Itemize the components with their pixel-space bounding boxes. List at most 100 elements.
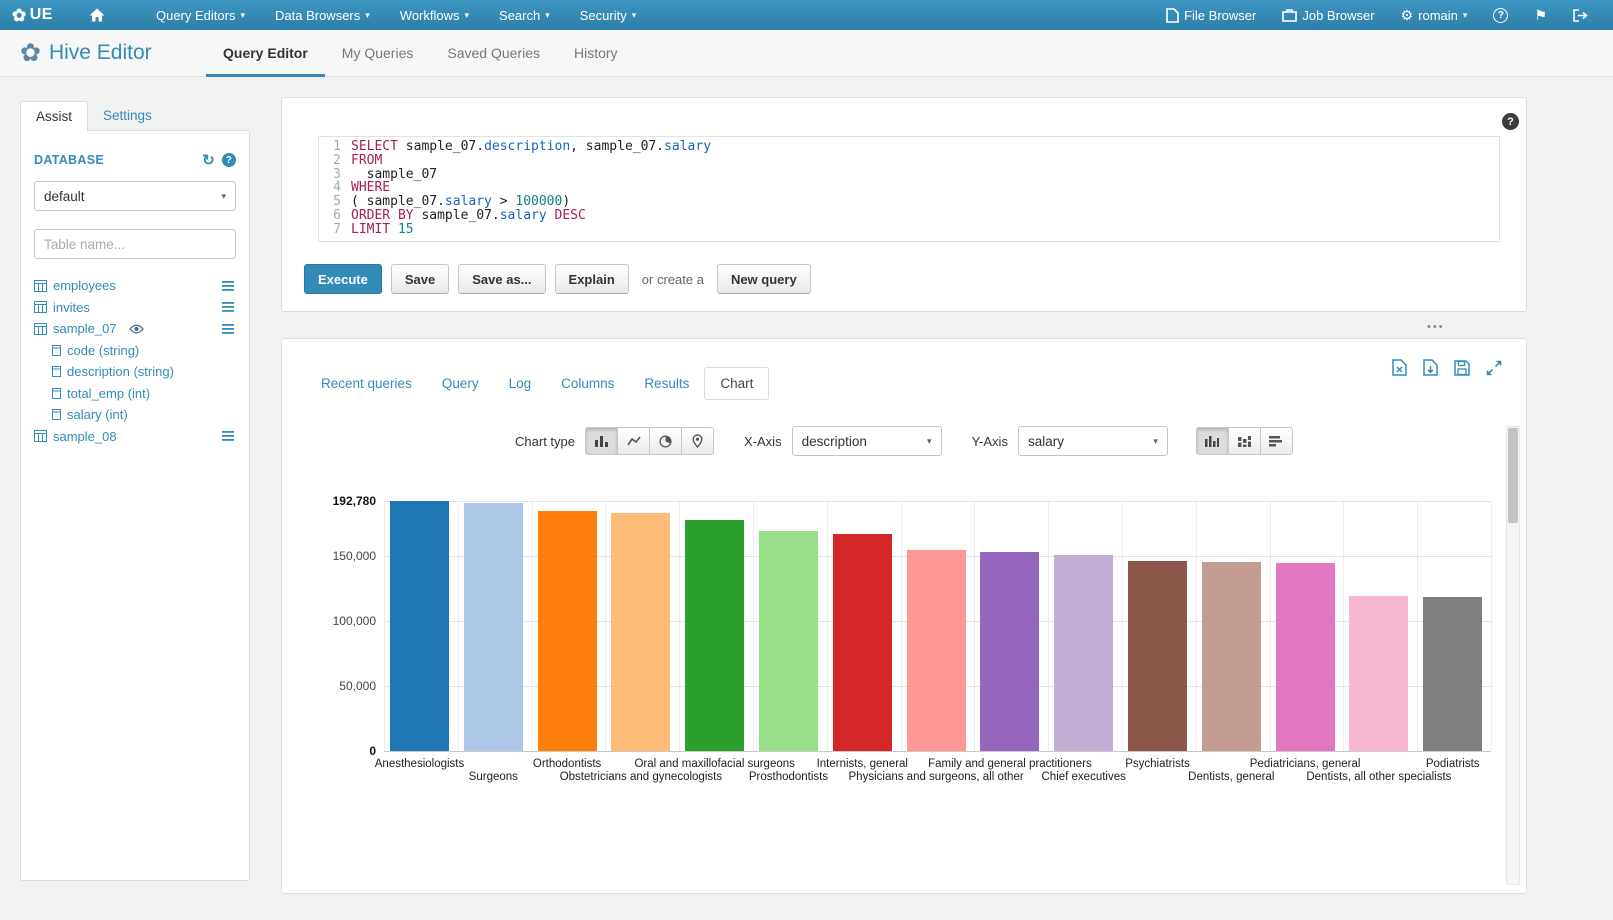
x-axis-select-value: description xyxy=(802,434,867,449)
table-item-sample-07[interactable]: sample_07 xyxy=(34,318,236,340)
y-axis-select[interactable]: salary ▾ xyxy=(1018,426,1168,456)
bar-psychiatrists[interactable] xyxy=(1128,561,1187,751)
save-results-button[interactable] xyxy=(1454,360,1470,376)
bar-family-and-general-practitioners[interactable] xyxy=(980,552,1039,751)
chart-type-pie-button[interactable] xyxy=(649,427,682,455)
results-tab-results[interactable]: Results xyxy=(629,368,704,399)
bar-podiatrists[interactable] xyxy=(1423,597,1482,751)
bar-surgeons[interactable] xyxy=(464,503,523,751)
chevron-down-icon: ▾ xyxy=(1153,436,1158,447)
hue-logo[interactable]: ✿ UE xyxy=(12,6,53,24)
editor-help-icon[interactable]: ? xyxy=(1502,113,1519,130)
chevron-down-icon: ▾ xyxy=(221,191,226,202)
vertical-gridline xyxy=(1270,501,1271,751)
bar-internists-general[interactable] xyxy=(833,534,892,751)
chart-type-bars-button[interactable] xyxy=(585,427,618,455)
bar-obstetricians-and-gynecologists[interactable] xyxy=(611,513,670,751)
table-menu-icon[interactable] xyxy=(222,302,236,312)
file-icon xyxy=(1166,8,1179,23)
tree-item-label: sample_08 xyxy=(53,429,117,444)
table-icon xyxy=(34,280,47,292)
sql-editor[interactable]: 1SELECT sample_07.description, sample_07… xyxy=(318,136,1500,242)
column-item-total-emp-int[interactable]: total_emp (int) xyxy=(34,383,236,405)
chevron-down-icon: ▾ xyxy=(465,10,470,21)
file-browser-button[interactable]: File Browser xyxy=(1153,0,1269,30)
topnav-menu-data-browsers[interactable]: Data Browsers▾ xyxy=(260,0,385,30)
grouped-bars-button[interactable] xyxy=(1196,427,1229,455)
table-item-invites[interactable]: invites xyxy=(34,297,236,319)
download-excel-icon xyxy=(1392,359,1407,376)
topnav-menu-security[interactable]: Security▾ xyxy=(565,0,652,30)
user-menu[interactable]: ⚙ romain ▾ xyxy=(1388,0,1481,30)
bar-orthodontists[interactable] xyxy=(538,511,597,751)
bar-physicians-and-surgeons-all-other[interactable] xyxy=(907,550,966,751)
topnav-menu-query-editors[interactable]: Query Editors▾ xyxy=(141,0,260,30)
save-as-button[interactable]: Save as... xyxy=(458,264,545,294)
refresh-icon[interactable]: ↻ xyxy=(202,151,215,169)
bar-oral-and-maxillofacial-surgeons[interactable] xyxy=(685,520,744,751)
x-axis-select[interactable]: description ▾ xyxy=(792,426,942,456)
tree-item-label: invites xyxy=(53,300,90,315)
execute-button[interactable]: Execute xyxy=(304,264,382,294)
expand-results-button[interactable] xyxy=(1486,360,1502,376)
database-select-value: default xyxy=(44,189,85,204)
table-item-sample-08[interactable]: sample_08 xyxy=(34,426,236,448)
table-filter-input[interactable] xyxy=(34,229,236,259)
new-query-button[interactable]: New query xyxy=(717,264,811,294)
database-select[interactable]: default ▾ xyxy=(34,181,236,211)
job-browser-button[interactable]: Job Browser xyxy=(1269,0,1387,30)
assist-help-icon[interactable]: ? xyxy=(222,153,236,167)
tab-query-editor[interactable]: Query Editor xyxy=(206,30,325,77)
download-csv-button[interactable] xyxy=(1423,359,1438,376)
explain-button[interactable]: Explain xyxy=(555,264,629,294)
save-button[interactable]: Save xyxy=(391,264,449,294)
bar-dentists-general[interactable] xyxy=(1202,562,1261,751)
bar-anesthesiologists[interactable] xyxy=(390,501,449,751)
tab-history[interactable]: History xyxy=(557,30,635,77)
tab-assist[interactable]: Assist xyxy=(20,101,88,131)
column-item-description-string[interactable]: description (string) xyxy=(34,361,236,383)
download-excel-button[interactable] xyxy=(1392,359,1407,376)
bar-chief-executives[interactable] xyxy=(1054,555,1113,751)
bar-dentists-all-other-specialists[interactable] xyxy=(1349,596,1408,751)
tree-item-label: sample_07 xyxy=(53,321,117,336)
topnav-menu-search[interactable]: Search▾ xyxy=(484,0,565,30)
editor-actions: Execute Save Save as... Explain or creat… xyxy=(304,264,811,294)
chart-type-line-button[interactable] xyxy=(617,427,650,455)
help-button[interactable]: ? xyxy=(1480,0,1521,30)
column-item-salary-int[interactable]: salary (int) xyxy=(34,404,236,426)
tab-my-queries[interactable]: My Queries xyxy=(325,30,431,77)
tab-settings[interactable]: Settings xyxy=(88,101,167,130)
results-tab-recent-queries[interactable]: Recent queries xyxy=(306,368,427,399)
eye-icon[interactable] xyxy=(129,324,144,334)
horizontal-bars-button[interactable] xyxy=(1260,427,1293,455)
results-tab-chart[interactable]: Chart xyxy=(704,367,769,400)
table-menu-icon[interactable] xyxy=(222,431,236,441)
assist-sidebar: Assist Settings DATABASE ↻ ? default ▾ e… xyxy=(20,97,250,881)
results-scrollbar[interactable] xyxy=(1506,426,1520,885)
app-title-label: Hive Editor xyxy=(49,41,152,65)
resize-handle[interactable]: ••• xyxy=(1427,321,1445,333)
x-axis-label-podiatrists: Podiatrists xyxy=(1313,758,1593,770)
table-menu-icon[interactable] xyxy=(222,281,236,291)
bar-pediatricians-general[interactable] xyxy=(1276,563,1335,751)
scrollbar-thumb[interactable] xyxy=(1508,428,1518,523)
top-navbar: ✿ UE Query Editors▾Data Browsers▾Workflo… xyxy=(0,0,1613,30)
tab-saved-queries[interactable]: Saved Queries xyxy=(430,30,557,77)
feedback-button[interactable]: ⚑ xyxy=(1521,0,1560,30)
chart-type-map-button[interactable] xyxy=(681,427,714,455)
tree-item-label: salary (int) xyxy=(67,407,128,422)
results-tab-query[interactable]: Query xyxy=(427,368,494,399)
results-tab-columns[interactable]: Columns xyxy=(546,368,629,399)
home-button[interactable] xyxy=(79,8,115,22)
sql-line: 6ORDER BY sample_07.salary DESC xyxy=(319,209,1499,223)
bar-prosthodontists[interactable] xyxy=(759,531,818,751)
table-item-employees[interactable]: employees xyxy=(34,275,236,297)
results-tab-log[interactable]: Log xyxy=(494,368,547,399)
topnav-menu-workflows[interactable]: Workflows▾ xyxy=(385,0,484,30)
stacked-bars-button[interactable] xyxy=(1228,427,1261,455)
logout-button[interactable] xyxy=(1560,0,1601,30)
table-menu-icon[interactable] xyxy=(222,324,236,334)
column-icon xyxy=(52,388,61,399)
column-item-code-string[interactable]: code (string) xyxy=(34,340,236,362)
